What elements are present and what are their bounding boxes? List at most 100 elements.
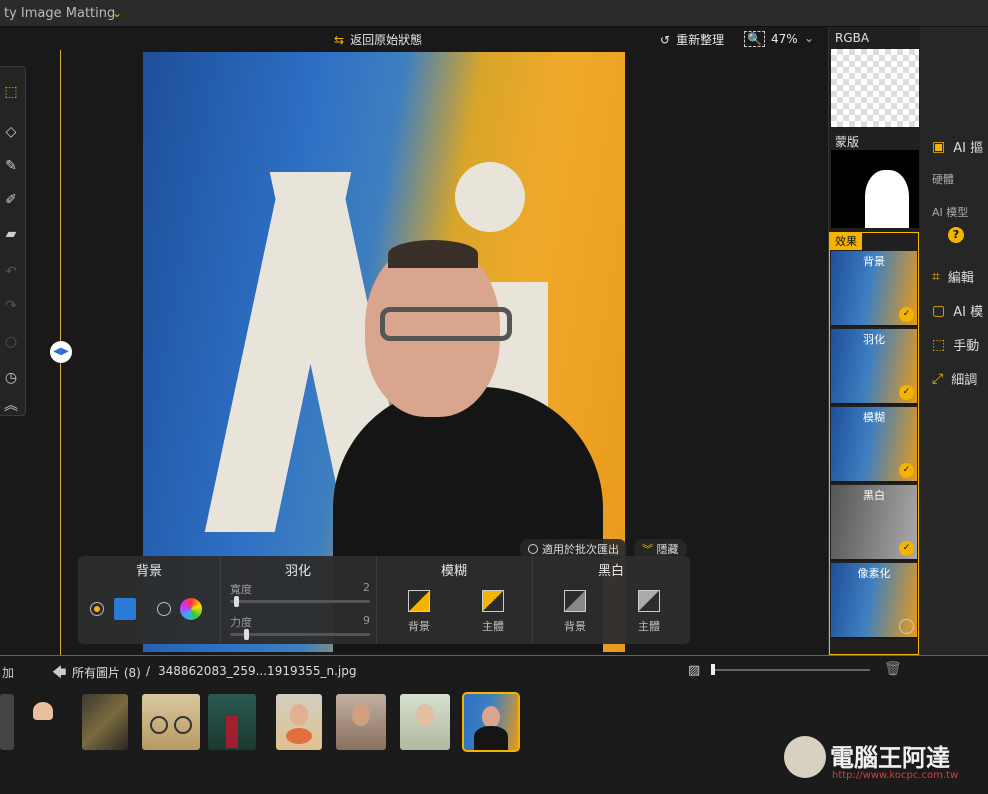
mask-silhouette: [865, 170, 909, 228]
effect-thumb-blur[interactable]: 模糊 ✓: [831, 407, 917, 483]
reset-button[interactable]: ⇆ 返回原始狀態: [334, 31, 422, 48]
rgba-label: RGBA: [835, 31, 870, 45]
ai-box-icon: ▢: [932, 302, 946, 319]
face-shape: [290, 704, 308, 726]
blur-subject-icon[interactable]: [482, 590, 504, 612]
effect-label: 像素化: [857, 567, 891, 580]
title-bar: [0, 0, 988, 27]
effects-label: 效果: [830, 232, 862, 250]
blur-section-title: 模糊: [440, 564, 467, 579]
split-handle-icon[interactable]: ◀▶: [50, 341, 72, 363]
thumbnail-size-knob[interactable]: [711, 664, 715, 675]
reset-label: 返回原始狀態: [350, 33, 423, 47]
gallery-thumb-bird[interactable]: [82, 694, 128, 750]
ai-mode-item[interactable]: ▢ AI 模: [932, 301, 983, 321]
mask-label: 蒙版: [835, 135, 860, 149]
effect-label: 黑白: [863, 489, 885, 502]
layer-panel: RGBA 蒙版 效果 背景 ✓ 羽化 ✓ 模糊 ✓ 黑白 ✓ 像素化 ✓: [828, 27, 920, 655]
trash-icon[interactable]: 🗑: [884, 661, 902, 677]
ai-dot-shape: [455, 162, 525, 232]
all-images-link[interactable]: 所有圖片 (8): [72, 664, 141, 681]
move-tool-icon[interactable]: ⬚: [2, 83, 20, 101]
reset-arrows-icon: ⇆: [334, 32, 345, 47]
radio-icon: [528, 544, 538, 554]
app-title: ty Image Matting: [4, 6, 116, 21]
effect-thumb-pixelate[interactable]: 像素化 ✓: [831, 563, 917, 639]
check-icon: ✓: [899, 463, 914, 478]
add-images-label[interactable]: 加: [2, 664, 14, 681]
bw-subject-icon[interactable]: [638, 590, 660, 612]
figure-shape: [226, 716, 238, 748]
strength-slider-knob[interactable]: [244, 629, 249, 640]
image-background-icon[interactable]: [114, 598, 136, 620]
color-picker-icon[interactable]: [180, 598, 202, 620]
manual-item[interactable]: ⬚ 手動: [932, 335, 979, 355]
gallery-thumb-selected[interactable]: [462, 692, 520, 752]
effect-thumb-bw[interactable]: 黑白 ✓: [831, 485, 917, 561]
strength-value: 9: [363, 614, 370, 627]
body-shape: [474, 726, 508, 750]
edit-label: 編輯: [947, 271, 974, 286]
rgba-thumbnail[interactable]: [831, 49, 919, 127]
current-filename: 348862083_259...1919355_n.jpg: [158, 664, 357, 678]
chevron-down-icon[interactable]: ⌄: [112, 6, 122, 20]
gallery-thumb-woman[interactable]: [400, 694, 450, 750]
gallery-thumb-jellyfish[interactable]: [24, 694, 62, 750]
wheel-shape: [174, 716, 192, 734]
effect-thumb-background[interactable]: 背景 ✓: [831, 251, 917, 327]
hide-label: 隱藏: [656, 543, 679, 556]
strength-label: 力度: [230, 616, 252, 629]
width-label: 寬度: [230, 583, 252, 596]
face-shape: [416, 704, 434, 726]
path-separator: /: [146, 664, 151, 678]
strength-slider[interactable]: [230, 633, 370, 636]
back-arrow-icon[interactable]: 🡄: [52, 662, 66, 686]
circle-icon[interactable]: ○: [2, 333, 20, 351]
edit-icon: ⌗: [932, 268, 940, 285]
watermark-text: 電腦王阿達: [830, 744, 950, 772]
select-icon: ⬚: [932, 336, 946, 353]
fill-icon[interactable]: ▰: [2, 225, 20, 243]
mask-thumbnail[interactable]: [831, 150, 919, 228]
gallery-thumb-bicycle[interactable]: [142, 694, 200, 750]
face-shape: [482, 706, 500, 728]
double-chevron-icon: ︾: [642, 543, 653, 556]
help-icon[interactable]: ?: [948, 227, 964, 243]
reorganize-button[interactable]: ↺ 重新整理: [660, 31, 724, 48]
tool-strip: ⬚ ◇ ✎ ✐ ▰ ↶ ↷ ○ ◷ ︽: [0, 66, 26, 416]
background-image-radio[interactable]: [90, 602, 104, 616]
gallery-thumb[interactable]: [0, 694, 14, 750]
width-slider-knob[interactable]: [234, 596, 239, 607]
ai-matting-item[interactable]: ▣ AI 摳: [932, 137, 983, 157]
thumbnail-size-slider[interactable]: [712, 669, 870, 671]
reorganize-label: 重新整理: [676, 33, 725, 47]
bw-bg-label: 背景: [564, 620, 586, 633]
gallery-thumb-forest[interactable]: [208, 694, 256, 750]
check-icon: ✓: [899, 541, 914, 556]
check-icon: ✓: [899, 385, 914, 400]
undo-icon[interactable]: ↶: [2, 263, 20, 281]
width-slider[interactable]: [230, 600, 370, 603]
gallery-thumb-portrait[interactable]: [336, 694, 386, 750]
blur-background-icon[interactable]: [408, 590, 430, 612]
fine-tune-label: 細調: [951, 373, 978, 388]
check-icon: ✓: [899, 307, 914, 322]
thumbnail-size-icon: ▨: [688, 663, 701, 678]
pencil-icon[interactable]: ✎: [2, 157, 20, 175]
effect-thumb-feather[interactable]: 羽化 ✓: [831, 329, 917, 405]
zoom-chevron-icon[interactable]: ⌄: [804, 31, 814, 45]
collapse-up-icon[interactable]: ︽: [2, 397, 20, 415]
background-color-radio[interactable]: [157, 602, 171, 616]
fine-tune-item[interactable]: ⤢ 細調: [932, 369, 978, 389]
redo-icon[interactable]: ↷: [2, 297, 20, 315]
zoom-control[interactable]: 🔍 47%: [744, 31, 798, 47]
gallery-thumb-flowers[interactable]: [276, 694, 322, 750]
bw-background-icon[interactable]: [564, 590, 586, 612]
image-icon: ▣: [932, 138, 946, 155]
effect-label: 模糊: [863, 411, 885, 424]
watermark-url: http://www.kocpc.com.tw: [832, 770, 959, 781]
eraser-icon[interactable]: ◇: [2, 123, 20, 141]
edit-item[interactable]: ⌗ 編輯: [932, 267, 974, 287]
brush-icon[interactable]: ✐: [2, 191, 20, 209]
history-icon[interactable]: ◷: [2, 369, 20, 387]
